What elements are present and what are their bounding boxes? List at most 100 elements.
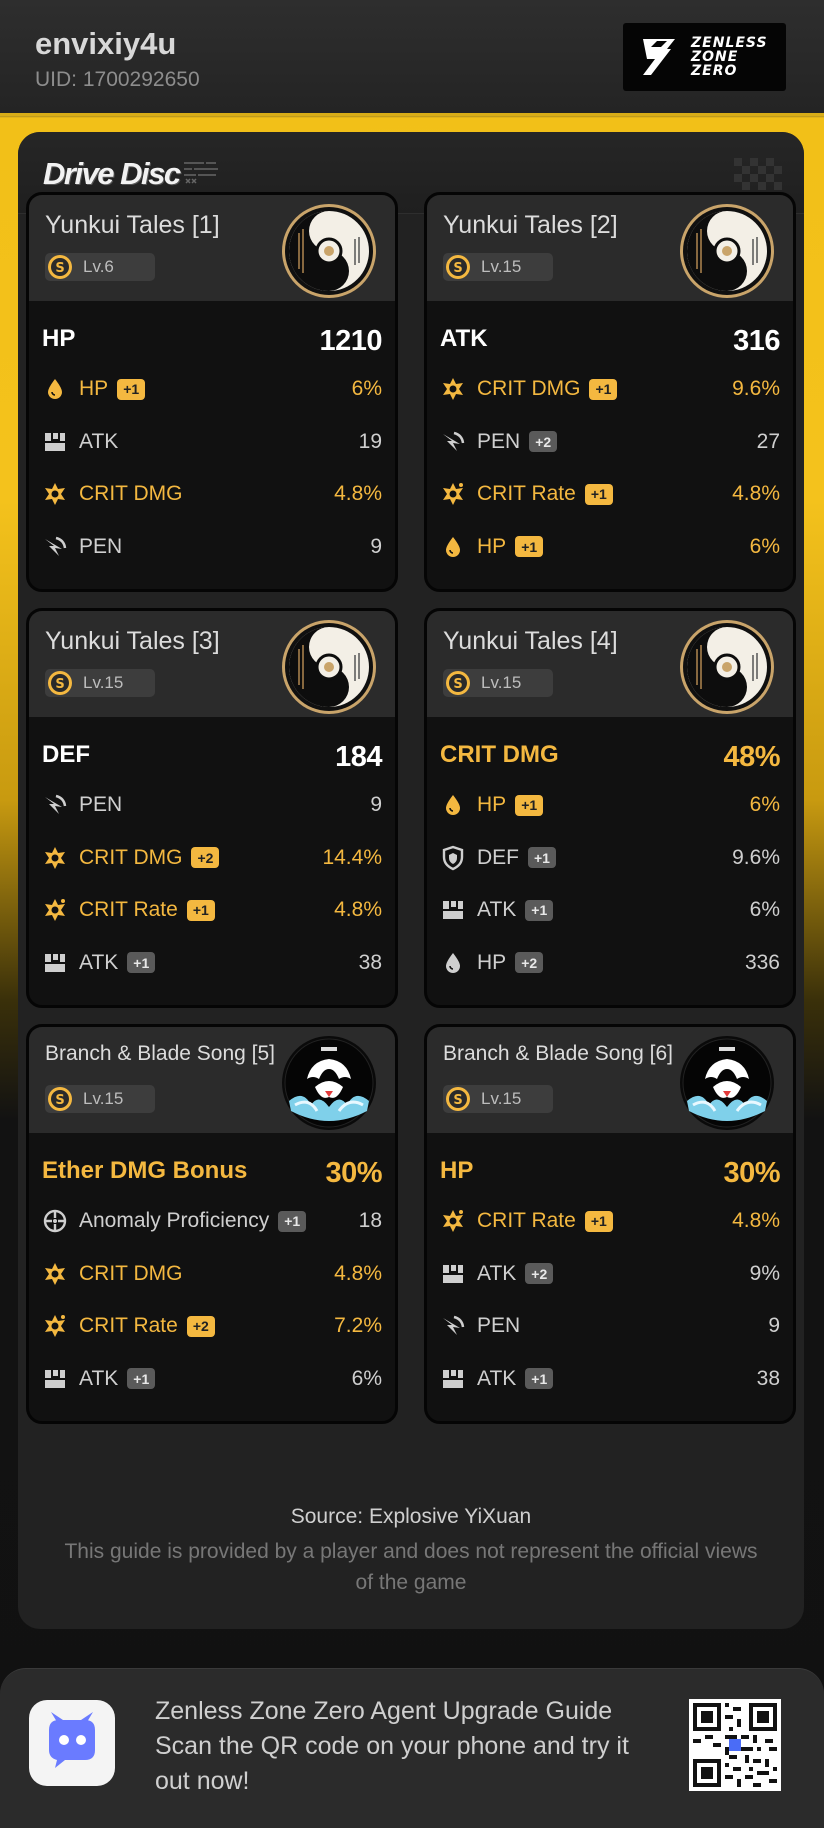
hp-icon <box>440 534 466 560</box>
disclaimer-text: This guide is provided by a player and d… <box>64 1540 758 1594</box>
profile-header: envixiy4u UID: 1700292650 ZENLESS ZONE Z… <box>0 0 824 116</box>
banner-description: Scan the QR code on your phone and try i… <box>155 1732 629 1795</box>
drive-disc-card[interactable]: Branch & Blade Song [5] S Lv.15 Ether DM… <box>26 1024 398 1424</box>
disc-set-name: Branch & Blade Song [6] <box>443 1042 673 1065</box>
rank-s-icon: S <box>446 1087 470 1111</box>
sub-stat-name: CRIT Rate <box>477 482 576 505</box>
yunkui-tales-disc <box>679 203 775 299</box>
sub-stat-name: CRIT DMG <box>477 377 581 400</box>
main-stat-name: HP <box>42 325 76 352</box>
sub-stat-value: 4.8% <box>334 482 382 505</box>
sub-stat-value: 38 <box>756 1366 780 1390</box>
svg-text:S: S <box>453 261 462 276</box>
main-stat-value: 316 <box>733 325 780 357</box>
card-header: Yunkui Tales [1] S Lv.6 <box>29 195 395 301</box>
sub-stat-row: CRIT DMG 4.8% <box>42 1257 382 1291</box>
disc-level: Lv.15 <box>83 673 124 692</box>
main-stat-name: Ether DMG Bonus <box>42 1157 248 1184</box>
sub-stat-row: Anomaly Proficiency +1 18 <box>42 1204 382 1238</box>
sub-stat-row: CRIT Rate +1 4.8% <box>42 893 382 927</box>
sub-stat-value: 9% <box>749 1261 780 1285</box>
sub-stat-name: CRIT Rate <box>79 1314 178 1337</box>
drive-disc-card[interactable]: Yunkui Tales [4] S Lv.15 CRIT DMG 48% HP… <box>424 608 796 1008</box>
sub-stat-row: PEN +2 27 <box>440 425 780 459</box>
sub-stat-row: ATK +1 6% <box>42 1362 382 1396</box>
sub-stat-name: HP <box>79 377 109 400</box>
sub-stat-row: ATK +1 38 <box>42 946 382 980</box>
svg-text:S: S <box>453 1093 462 1108</box>
sub-stat-name: CRIT DMG <box>79 482 183 505</box>
sub-stat-name: HP <box>477 793 507 816</box>
sub-stat-name: CRIT Rate <box>79 898 178 921</box>
atk-icon <box>42 429 68 455</box>
atk-icon <box>42 1366 68 1392</box>
sub-stat-row: CRIT Rate +1 4.8% <box>440 1204 780 1238</box>
sub-stat-name: HP <box>477 950 507 974</box>
branch-blade-disc <box>679 1035 775 1131</box>
sub-stat-name: CRIT DMG <box>79 845 183 869</box>
sub-stat-value: 27 <box>756 429 780 453</box>
main-stat-name: DEF <box>42 741 90 768</box>
sub-stat-row: HP +1 6% <box>42 372 382 406</box>
pen-icon <box>440 1313 466 1339</box>
sub-stat-value: 4.8% <box>732 482 780 505</box>
sub-stat-name: CRIT Rate <box>477 1209 576 1232</box>
drive-disc-card[interactable]: Yunkui Tales [3] S Lv.15 DEF 184 PEN 9 C… <box>26 608 398 1008</box>
username: envixiy4u <box>35 26 177 61</box>
drive-disc-card[interactable]: Branch & Blade Song [6] S Lv.15 HP 30% C… <box>424 1024 796 1424</box>
sub-stat-name: ATK <box>79 429 119 453</box>
disc-level-badge: S Lv.15 <box>45 1085 155 1113</box>
sub-stat-row: CRIT Rate +2 7.2% <box>42 1309 382 1343</box>
rank-s-icon: S <box>48 1087 72 1111</box>
sub-stat-value: 38 <box>358 950 382 974</box>
main-stat-value: 48% <box>723 741 780 773</box>
roll-count-badge: +2 <box>191 847 220 868</box>
disc-set-name: Yunkui Tales [3] <box>45 627 220 655</box>
promo-banner[interactable]: Zenless Zone Zero Agent Upgrade Guide Sc… <box>0 1668 824 1828</box>
roll-count-badge: +1 <box>127 952 156 973</box>
roll-count-badge: +2 <box>186 1315 215 1337</box>
sub-stat-row: ATK +1 6% <box>440 893 780 927</box>
sub-stat-name: DEF <box>477 845 519 869</box>
roll-count-badge: +1 <box>127 1368 156 1389</box>
discord-bot-icon[interactable] <box>29 1700 115 1786</box>
sub-stat-name: ATK <box>79 950 119 974</box>
sub-stat-value: 9.6% <box>732 845 780 869</box>
card-header: Branch & Blade Song [5] S Lv.15 <box>29 1027 395 1133</box>
disc-level-badge: S Lv.15 <box>443 253 553 281</box>
sub-stat-value: 9.6% <box>732 377 780 400</box>
yunkui-tales-disc <box>281 619 377 715</box>
drive-disc-card[interactable]: Yunkui Tales [1] S Lv.6 HP 1210 HP +1 6%… <box>26 192 398 592</box>
pen-icon <box>42 792 68 818</box>
roll-count-badge: +1 <box>584 1210 613 1232</box>
disc-level-badge: S Lv.15 <box>443 1085 553 1113</box>
sub-stat-row: CRIT Rate +1 4.8% <box>440 477 780 511</box>
sub-stat-row: ATK 19 <box>42 425 382 459</box>
crit-icon <box>42 845 68 871</box>
main-stat-value: 30% <box>723 1157 780 1189</box>
hp-icon <box>440 792 466 818</box>
main-stat-name: ATK <box>440 325 488 352</box>
disc-set-name: Yunkui Tales [2] <box>443 211 618 239</box>
sub-stat-value: 6% <box>749 898 780 921</box>
drive-disc-panel: Drive Disc Yunkui Tales [1] S Lv.6 HP 12… <box>18 132 804 1629</box>
roll-count-badge: +1 <box>589 378 618 400</box>
sub-stat-row: CRIT DMG +1 9.6% <box>440 372 780 406</box>
crit-icon <box>42 481 68 507</box>
sub-stat-value: 6% <box>351 377 382 400</box>
svg-text:S: S <box>453 677 462 692</box>
sub-stat-name: PEN <box>477 1314 521 1337</box>
drive-disc-card[interactable]: Yunkui Tales [2] S Lv.15 ATK 316 CRIT DM… <box>424 192 796 592</box>
sub-stat-name: ATK <box>477 898 517 921</box>
sub-stat-value: 18 <box>358 1209 382 1232</box>
disc-level: Lv.15 <box>481 257 522 276</box>
sub-stat-row: DEF +1 9.6% <box>440 841 780 875</box>
qr-code[interactable] <box>689 1699 781 1791</box>
rank-s-icon: S <box>48 255 72 279</box>
crit-rate-icon <box>42 1313 68 1339</box>
sub-stat-row: ATK +2 9% <box>440 1257 780 1291</box>
disc-level: Lv.15 <box>481 1089 522 1108</box>
sub-stat-name: PEN <box>477 429 521 453</box>
sub-stat-value: 19 <box>358 429 382 453</box>
sub-stat-value: 4.8% <box>732 1209 780 1232</box>
